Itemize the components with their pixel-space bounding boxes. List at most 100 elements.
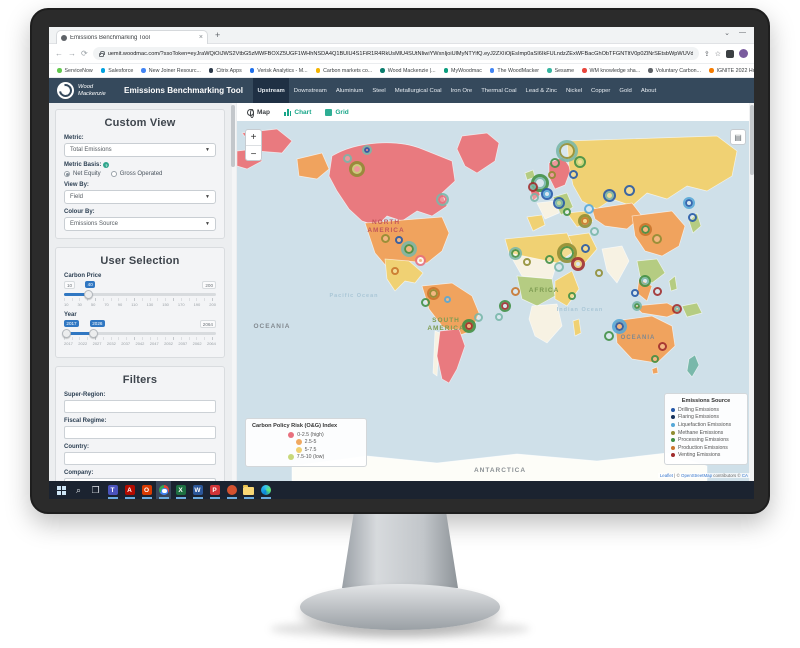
emissions-bubble[interactable] xyxy=(541,188,553,200)
bookmark-item[interactable]: Wood Mackenzie |... xyxy=(380,68,435,74)
edge-icon[interactable] xyxy=(258,481,273,499)
emissions-bubble[interactable] xyxy=(401,241,417,257)
teams-icon[interactable]: T xyxy=(105,481,120,499)
share-icon[interactable]: ⇪ xyxy=(704,50,710,58)
nav-item-upstream[interactable]: Upstream xyxy=(253,78,289,103)
nav-item-about[interactable]: About xyxy=(636,78,660,103)
window-minimize-icon[interactable]: — xyxy=(739,29,746,37)
year-slider[interactable]: 2017 2026 2064 2017202220272032203720422… xyxy=(64,320,216,346)
emissions-bubble[interactable] xyxy=(509,247,522,260)
emissions-bubble[interactable] xyxy=(639,223,652,236)
chrome-icon[interactable] xyxy=(156,481,171,499)
nav-item-metallurgical-coal[interactable]: Metallurgical Coal xyxy=(390,78,446,103)
excel-icon[interactable]: X xyxy=(173,481,188,499)
office-icon[interactable]: O xyxy=(139,481,154,499)
emissions-bubble[interactable] xyxy=(343,154,352,163)
sidebar-scrollbar[interactable] xyxy=(232,103,236,481)
bookmark-item[interactable]: Carbon markets co... xyxy=(316,68,373,74)
tab-grid[interactable]: Grid xyxy=(325,109,348,116)
emissions-bubble[interactable] xyxy=(672,304,682,314)
emissions-bubble[interactable] xyxy=(427,287,440,300)
acrobat-icon[interactable]: A xyxy=(122,481,137,499)
search-icon[interactable]: ⌕ xyxy=(71,481,86,499)
page-scrollbar[interactable] xyxy=(749,103,754,481)
emissions-bubble[interactable] xyxy=(553,197,565,209)
url-bar[interactable]: uemit.woodmac.com/?ssoToken=eyJraWQiOiJW… xyxy=(93,47,699,60)
window-menu-icon[interactable]: ⌄ xyxy=(724,29,730,37)
emissions-bubble[interactable] xyxy=(421,298,430,307)
emissions-bubble[interactable] xyxy=(584,204,594,214)
emissions-bubble[interactable] xyxy=(688,213,697,222)
emissions-bubble[interactable] xyxy=(571,257,585,271)
year-to-handle[interactable] xyxy=(89,329,98,338)
filter-input[interactable] xyxy=(64,452,216,465)
nav-item-lead-zinc[interactable]: Lead & Zinc xyxy=(521,78,561,103)
emissions-bubble[interactable] xyxy=(639,275,651,287)
metric-select[interactable]: Total Emissions▼ xyxy=(64,143,216,157)
emissions-bubble[interactable] xyxy=(523,258,531,266)
colour-by-select[interactable]: Emissions Source▼ xyxy=(64,217,216,231)
emissions-bubble[interactable] xyxy=(436,193,449,206)
browser-tab[interactable]: Emissions Benchmarking Tool × xyxy=(56,30,208,44)
emissions-bubble[interactable] xyxy=(658,342,667,351)
emissions-bubble[interactable] xyxy=(415,255,426,266)
tab-chart[interactable]: Chart xyxy=(284,109,311,116)
back-icon[interactable]: ← xyxy=(55,50,63,58)
emissions-bubble[interactable] xyxy=(612,319,627,334)
emissions-bubble[interactable] xyxy=(568,292,576,300)
emissions-bubble[interactable] xyxy=(548,171,556,179)
emissions-bubble[interactable] xyxy=(581,244,590,253)
emissions-bubble[interactable] xyxy=(495,313,503,321)
emissions-bubble[interactable] xyxy=(530,193,539,202)
forward-icon[interactable]: → xyxy=(68,50,76,58)
emissions-bubble[interactable] xyxy=(362,145,372,155)
filter-input[interactable] xyxy=(64,426,216,439)
refresh-icon[interactable]: ⟳ xyxy=(81,50,88,58)
bookmark-item[interactable]: Salesforce xyxy=(101,68,134,74)
emissions-bubble[interactable] xyxy=(631,289,639,297)
carbon-price-slider[interactable]: 10 40 200 1030507090110130150170190200 xyxy=(64,281,216,307)
layers-control-icon[interactable]: ▤ xyxy=(730,129,746,145)
zoom-in-button[interactable]: + xyxy=(246,130,261,146)
task-view-icon[interactable]: ❐ xyxy=(88,481,103,499)
emissions-bubble[interactable] xyxy=(683,197,695,209)
nav-item-nickel[interactable]: Nickel xyxy=(561,78,586,103)
new-tab-button[interactable]: + xyxy=(215,30,220,40)
bookmark-item[interactable]: The WoodMacker xyxy=(490,68,539,74)
world-map[interactable]: NORTH AMERICASOUTH AMERICAAFRICAOCEANIAO… xyxy=(237,121,754,481)
nav-item-downstream[interactable]: Downstream xyxy=(289,78,331,103)
emissions-bubble[interactable] xyxy=(603,189,616,202)
nav-item-steel[interactable]: Steel xyxy=(368,78,390,103)
nav-item-thermal-coal[interactable]: Thermal Coal xyxy=(477,78,521,103)
extensions-icon[interactable] xyxy=(726,50,734,58)
bookmark-item[interactable]: Sesame xyxy=(547,68,574,74)
emissions-bubble[interactable] xyxy=(632,301,642,311)
year-from-handle[interactable] xyxy=(62,329,71,338)
view-by-select[interactable]: Field▼ xyxy=(64,190,216,204)
info-icon[interactable]: ? xyxy=(103,162,109,168)
word-icon[interactable]: W xyxy=(190,481,205,499)
powerpoint-icon[interactable] xyxy=(224,481,239,499)
start-button[interactable] xyxy=(54,481,69,499)
emissions-bubble[interactable] xyxy=(444,296,451,303)
radio-net-equity[interactable]: Net Equity xyxy=(64,171,101,177)
nav-item-iron-ore[interactable]: Iron Ore xyxy=(446,78,477,103)
emissions-bubble[interactable] xyxy=(569,170,578,179)
emissions-bubble[interactable] xyxy=(563,208,571,216)
radio-gross-operated[interactable]: Gross Operated xyxy=(111,171,163,177)
emissions-bubble[interactable] xyxy=(554,262,564,272)
emissions-bubble[interactable] xyxy=(499,300,511,312)
emissions-bubble[interactable] xyxy=(550,158,560,168)
emissions-bubble[interactable] xyxy=(578,214,592,228)
emissions-bubble[interactable] xyxy=(349,161,365,177)
filter-input[interactable] xyxy=(64,400,216,413)
emissions-bubble[interactable] xyxy=(545,255,554,264)
emissions-bubble[interactable] xyxy=(595,269,603,277)
bookmark-star-icon[interactable]: ☆ xyxy=(715,50,721,58)
nav-item-gold[interactable]: Gold xyxy=(615,78,636,103)
bookmark-item[interactable]: WM knowledge sha... xyxy=(582,68,640,74)
emissions-bubble[interactable] xyxy=(624,185,635,196)
bookmark-item[interactable]: ServiceNow xyxy=(57,68,93,74)
file-explorer-icon[interactable] xyxy=(241,481,256,499)
zoom-out-button[interactable]: − xyxy=(246,146,261,162)
